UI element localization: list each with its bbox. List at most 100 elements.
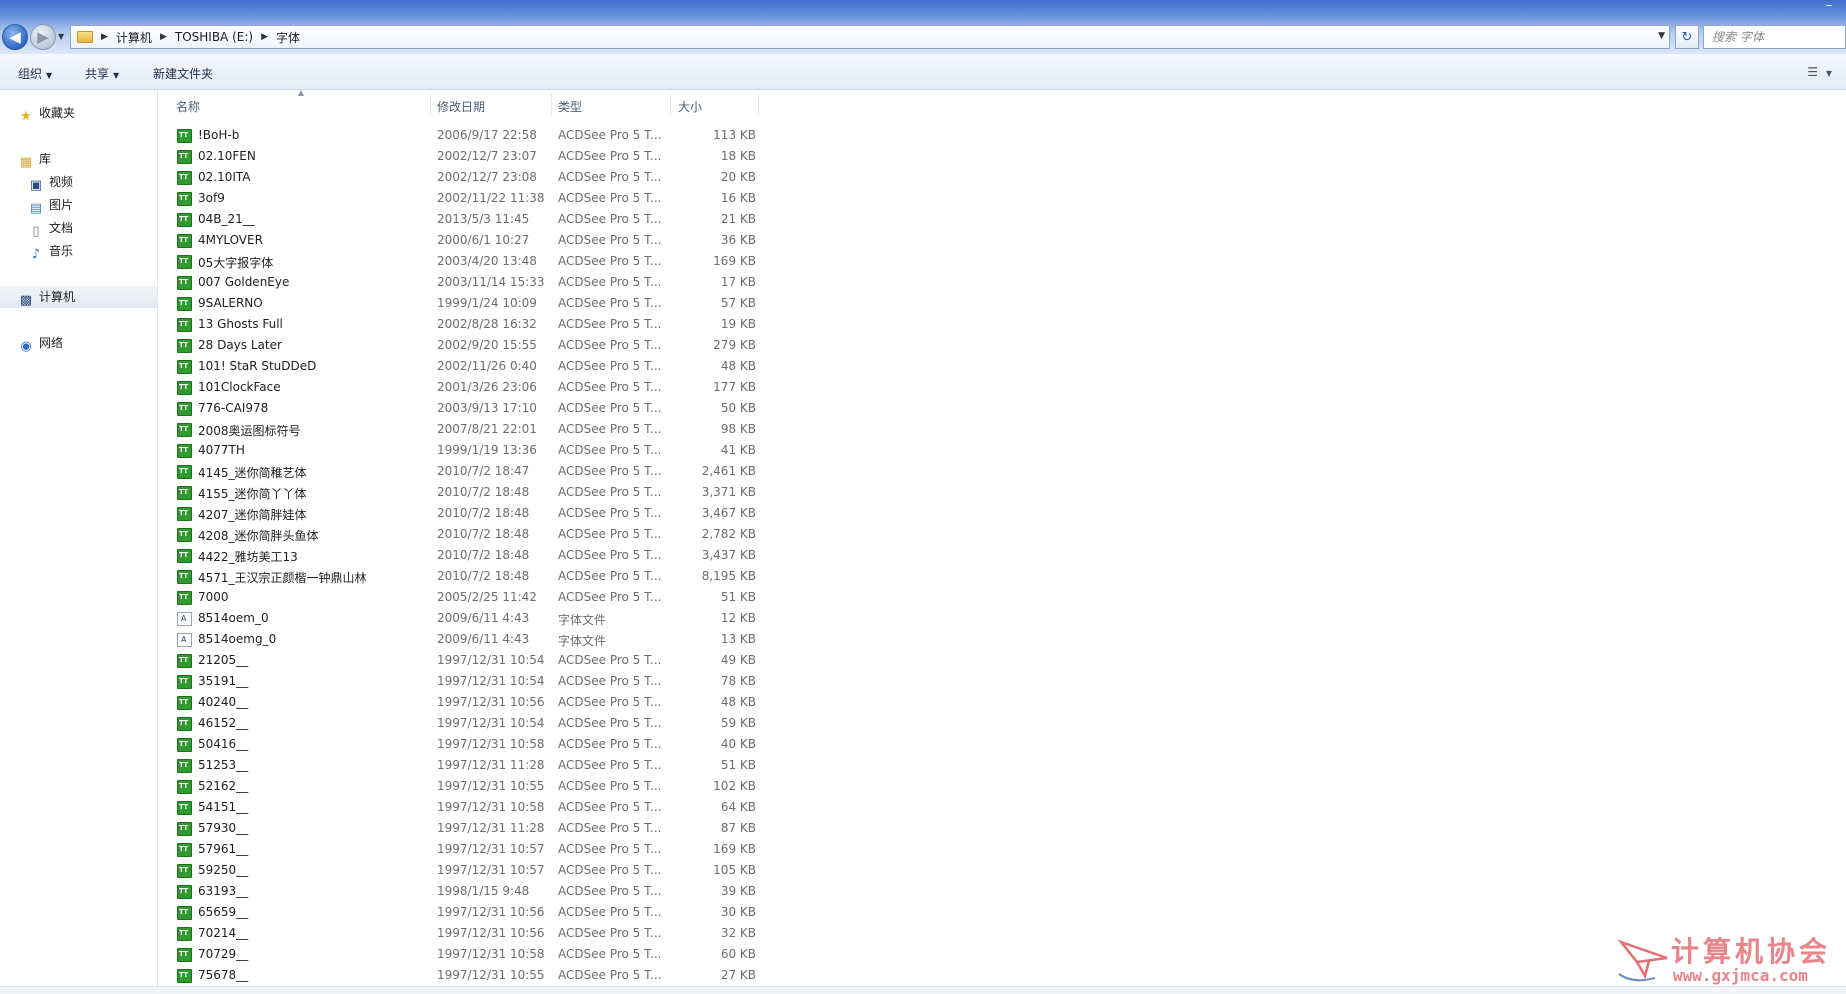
- nav-libraries[interactable]: ▦ 库: [0, 148, 157, 170]
- file-row[interactable]: 007 GoldenEye 2003/11/14 15:33 ACDSee Pro …: [158, 273, 758, 294]
- file-row[interactable]: 4155_迷你简丫丫体 2010/7/2 18:48 ACDSee Pro 5 T.…: [158, 483, 758, 504]
- file-type: ACDSee Pro 5 T...: [558, 947, 662, 961]
- column-divider[interactable]: [758, 94, 759, 116]
- column-divider[interactable]: [551, 94, 552, 116]
- file-row[interactable]: !BoH-b 2006/9/17 22:58 ACDSee Pro 5 T... 11…: [158, 126, 758, 147]
- file-row[interactable]: 21205__ 1997/12/31 10:54 ACDSee Pro 5 T...…: [158, 651, 758, 672]
- file-row[interactable]: 54151__ 1997/12/31 10:58 ACDSee Pro 5 T...…: [158, 798, 758, 819]
- file-row[interactable]: 28 Days Later 2002/9/20 15:55 ACDSee Pro 5…: [158, 336, 758, 357]
- file-row[interactable]: 7000 2005/2/25 11:42 ACDSee Pro 5 T... 51 K…: [158, 588, 758, 609]
- file-row[interactable]: 4MYLOVER 2000/6/1 10:27 ACDSee Pro 5 T... 3…: [158, 231, 758, 252]
- file-row[interactable]: 40240__ 1997/12/31 10:56 ACDSee Pro 5 T...…: [158, 693, 758, 714]
- recent-pages-dropdown[interactable]: ▼: [58, 32, 64, 41]
- file-row[interactable]: 05大字报字体 2003/4/20 13:48 ACDSee Pro 5 T... 1…: [158, 252, 758, 273]
- file-name: 54151__: [198, 800, 249, 814]
- file-name: 13 Ghosts Full: [198, 317, 283, 331]
- column-header-size[interactable]: 大小: [678, 98, 702, 115]
- file-modified-date: 2010/7/2 18:48: [437, 548, 530, 562]
- change-view-button[interactable]: ☰ ▼: [1807, 65, 1832, 79]
- file-name: 70214__: [198, 926, 249, 940]
- breadcrumb-chevron-icon[interactable]: ▶: [160, 32, 167, 42]
- breadcrumb-drive[interactable]: TOSHIBA (E:): [175, 30, 253, 44]
- nav-documents[interactable]: ▯ 文档: [0, 217, 157, 239]
- nav-favorites[interactable]: ★ 收藏夹: [0, 102, 157, 124]
- file-row[interactable]: 63193__ 1998/1/15 9:48 ACDSee Pro 5 T... 39…: [158, 882, 758, 903]
- column-divider[interactable]: [430, 94, 431, 116]
- truetype-font-icon: [177, 381, 192, 395]
- file-row[interactable]: 8514oemg_0 2009/6/11 4:43 字体文件 13 KB: [158, 630, 758, 651]
- file-type: ACDSee Pro 5 T...: [558, 527, 662, 541]
- breadcrumb-chevron-icon[interactable]: ▶: [101, 32, 108, 42]
- new-folder-button[interactable]: 新建文件夹: [153, 65, 213, 82]
- truetype-font-icon: [177, 339, 192, 353]
- file-row[interactable]: 35191__ 1997/12/31 10:54 ACDSee Pro 5 T...…: [158, 672, 758, 693]
- file-size: 64 KB: [720, 800, 756, 814]
- breadcrumb-chevron-icon[interactable]: ▶: [261, 32, 268, 42]
- file-row[interactable]: 75678__ 1997/12/31 10:55 ACDSee Pro 5 T...…: [158, 966, 758, 986]
- file-modified-date: 1997/12/31 10:54: [437, 674, 545, 688]
- file-type: ACDSee Pro 5 T...: [558, 506, 662, 520]
- file-row[interactable]: 776-CAI978 2003/9/13 17:10 ACDSee Pro 5 T.…: [158, 399, 758, 420]
- column-divider[interactable]: [670, 94, 671, 116]
- file-row[interactable]: 65659__ 1997/12/31 10:56 ACDSee Pro 5 T...…: [158, 903, 758, 924]
- nav-network-label: 网络: [39, 336, 64, 350]
- file-row[interactable]: 9SALERNO 1999/1/24 10:09 ACDSee Pro 5 T...…: [158, 294, 758, 315]
- file-row[interactable]: 4207_迷你简胖娃体 2010/7/2 18:48 ACDSee Pro 5 T.…: [158, 504, 758, 525]
- file-modified-date: 2003/11/14 15:33: [437, 275, 545, 289]
- file-name: 4MYLOVER: [198, 233, 263, 247]
- file-row[interactable]: 4571_王汉宗正颜楷一钟鼎山林 2010/7/2 18:48 ACDSee Pro…: [158, 567, 758, 588]
- file-name: 04B_21__: [198, 212, 255, 226]
- file-row[interactable]: 101! StaR StuDDeD 2002/11/26 0:40 ACDSee P…: [158, 357, 758, 378]
- nav-music[interactable]: ♪ 音乐: [0, 240, 157, 262]
- file-type: ACDSee Pro 5 T...: [558, 317, 662, 331]
- column-header-type[interactable]: 类型: [558, 98, 582, 115]
- nav-computer[interactable]: ▩ 计算机: [0, 286, 157, 308]
- file-row[interactable]: 52162__ 1997/12/31 10:55 ACDSee Pro 5 T...…: [158, 777, 758, 798]
- file-row[interactable]: 04B_21__ 2013/5/3 11:45 ACDSee Pro 5 T... 2…: [158, 210, 758, 231]
- file-row[interactable]: 13 Ghosts Full 2002/8/28 16:32 ACDSee Pro …: [158, 315, 758, 336]
- file-row[interactable]: 51253__ 1997/12/31 11:28 ACDSee Pro 5 T...…: [158, 756, 758, 777]
- breadcrumb-computer[interactable]: 计算机: [116, 29, 152, 46]
- nav-pictures-label: 图片: [49, 198, 74, 212]
- file-row[interactable]: 50416__ 1997/12/31 10:58 ACDSee Pro 5 T...…: [158, 735, 758, 756]
- file-name: 4155_迷你简丫丫体: [198, 487, 307, 501]
- file-type: ACDSee Pro 5 T...: [558, 695, 662, 709]
- back-button[interactable]: ◀: [2, 24, 28, 50]
- file-row[interactable]: 46152__ 1997/12/31 10:54 ACDSee Pro 5 T...…: [158, 714, 758, 735]
- file-row[interactable]: 02.10FEN 2002/12/7 23:07 ACDSee Pro 5 T...…: [158, 147, 758, 168]
- search-input[interactable]: 搜索 字体: [1703, 25, 1846, 49]
- file-row[interactable]: 101ClockFace 2001/3/26 23:06 ACDSee Pro 5 …: [158, 378, 758, 399]
- file-row[interactable]: 2008奥运图标符号 2007/8/21 22:01 ACDSee Pro 5 T.…: [158, 420, 758, 441]
- file-row[interactable]: 4208_迷你简胖头鱼体 2010/7/2 18:48 ACDSee Pro 5 T…: [158, 525, 758, 546]
- file-row[interactable]: 70729__ 1997/12/31 10:58 ACDSee Pro 5 T...…: [158, 945, 758, 966]
- nav-network[interactable]: ◉ 网络: [0, 332, 157, 354]
- file-type: ACDSee Pro 5 T...: [558, 422, 662, 436]
- truetype-font-icon: [177, 360, 192, 374]
- nav-videos[interactable]: ▣ 视频: [0, 171, 157, 193]
- file-row[interactable]: 57961__ 1997/12/31 10:57 ACDSee Pro 5 T...…: [158, 840, 758, 861]
- file-type: ACDSee Pro 5 T...: [558, 758, 662, 772]
- column-header-date[interactable]: 修改日期: [437, 98, 485, 115]
- file-row[interactable]: 4145_迷你简稚艺体 2010/7/2 18:47 ACDSee Pro 5 T.…: [158, 462, 758, 483]
- file-row[interactable]: 8514oem_0 2009/6/11 4:43 字体文件 12 KB: [158, 609, 758, 630]
- share-button[interactable]: 共享 ▼: [85, 65, 119, 82]
- nav-pictures[interactable]: ▤ 图片: [0, 194, 157, 216]
- file-row[interactable]: 4077TH 1999/1/19 13:36 ACDSee Pro 5 T... 41…: [158, 441, 758, 462]
- column-header-name[interactable]: 名称: [176, 98, 200, 115]
- minimize-button[interactable]: –: [1818, 0, 1840, 16]
- address-dropdown-icon[interactable]: ▼: [1658, 31, 1665, 41]
- address-bar[interactable]: ▶ 计算机 ▶ TOSHIBA (E:) ▶ 字体 ▼: [70, 25, 1670, 49]
- file-name: 59250__: [198, 863, 249, 877]
- file-row[interactable]: 59250__ 1997/12/31 10:57 ACDSee Pro 5 T...…: [158, 861, 758, 882]
- file-row[interactable]: 70214__ 1997/12/31 10:56 ACDSee Pro 5 T...…: [158, 924, 758, 945]
- file-row[interactable]: 4422_雅坊美工13 2010/7/2 18:48 ACDSee Pro 5 T.…: [158, 546, 758, 567]
- file-size: 21 KB: [720, 212, 756, 226]
- file-row[interactable]: 3of9 2002/11/22 11:38 ACDSee Pro 5 T... 16 …: [158, 189, 758, 210]
- truetype-font-icon: [177, 507, 192, 521]
- breadcrumb-current-folder[interactable]: 字体: [276, 29, 300, 46]
- organize-button[interactable]: 组织 ▼: [18, 65, 52, 82]
- forward-button[interactable]: ▶: [30, 24, 56, 50]
- file-row[interactable]: 02.10ITA 2002/12/7 23:08 ACDSee Pro 5 T...…: [158, 168, 758, 189]
- file-row[interactable]: 57930__ 1997/12/31 11:28 ACDSee Pro 5 T...…: [158, 819, 758, 840]
- refresh-button[interactable]: ↻: [1675, 25, 1699, 49]
